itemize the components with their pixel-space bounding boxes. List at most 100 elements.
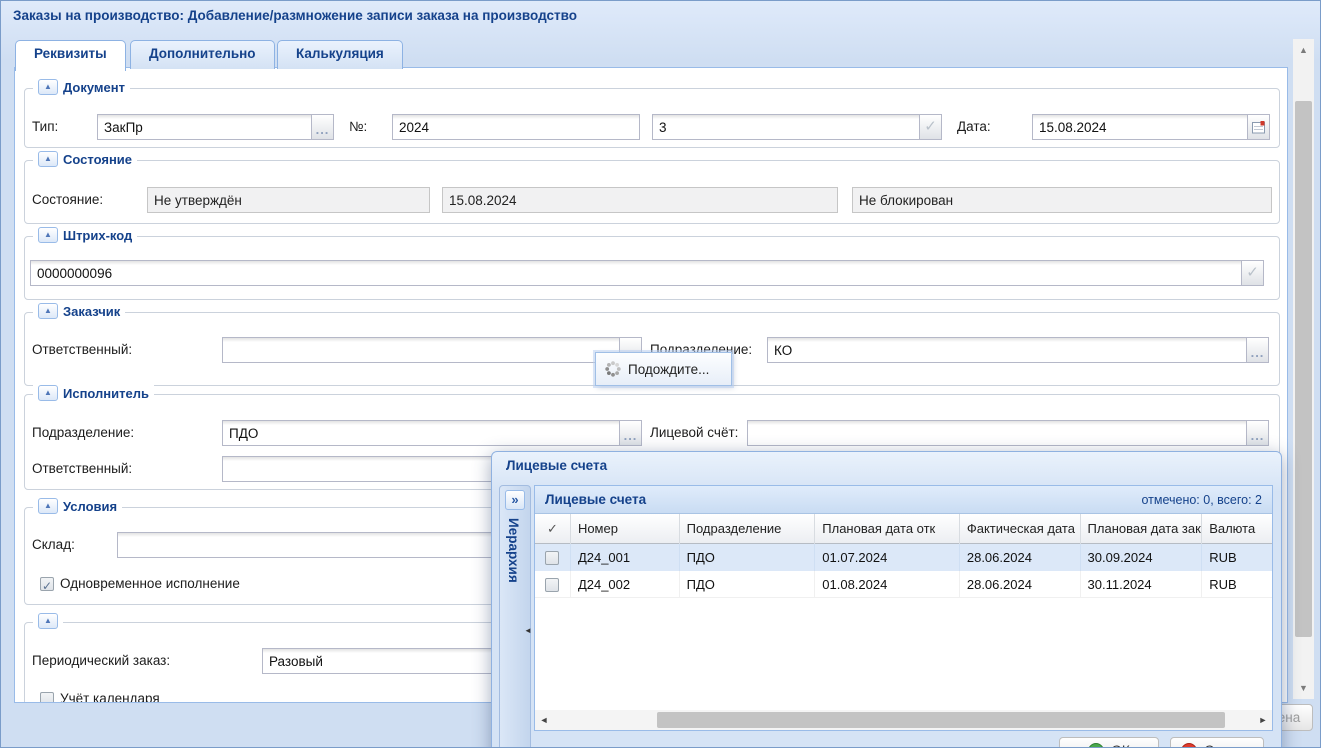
fieldset-status-legend: Состояние: [63, 152, 132, 167]
simultaneous-checkbox[interactable]: ✓: [40, 577, 54, 591]
customer-division-input[interactable]: [767, 337, 1247, 363]
fieldset-executor-legend: Исполнитель: [63, 386, 149, 401]
cell-currency: RUB: [1202, 571, 1272, 598]
ellipsis-icon: ...: [316, 122, 330, 137]
number-input[interactable]: [392, 114, 640, 140]
table-row[interactable]: Д24_002 ПДО 01.08.2024 28.06.2024 30.11.…: [535, 571, 1272, 598]
number-label: №:: [349, 114, 367, 140]
cell-plan-open: 01.07.2024: [815, 544, 960, 571]
column-number[interactable]: Номер: [571, 514, 680, 544]
scroll-left-icon[interactable]: ◄: [535, 710, 553, 730]
ellipsis-icon: ...: [1251, 428, 1265, 443]
hierarchy-collapsed-panel[interactable]: » Иерархия ◄: [499, 485, 531, 748]
accounts-grid: Лицевые счета отмечено: 0, всего: 2 ✓ Но…: [534, 485, 1273, 731]
scrollbar-thumb[interactable]: [1295, 101, 1312, 637]
checkbox-check-icon: ✓: [42, 579, 52, 593]
dialog-cancel-button[interactable]: Отмена: [1170, 737, 1264, 748]
column-currency[interactable]: Валюта: [1202, 514, 1272, 544]
column-plan-close-date[interactable]: Плановая дата зак: [1081, 514, 1203, 544]
executor-account-label: Лицевой счёт:: [650, 420, 738, 446]
table-row[interactable]: Д24_001 ПДО 01.07.2024 28.06.2024 30.09.…: [535, 544, 1272, 571]
collapse-icon[interactable]: ▲: [38, 613, 58, 629]
executor-responsible-label: Ответственный:: [32, 456, 132, 482]
scroll-right-icon[interactable]: ►: [1254, 710, 1272, 730]
collapse-icon[interactable]: ▲: [38, 79, 58, 95]
cell-number: Д24_002: [571, 571, 680, 598]
customer-responsible-input[interactable]: [222, 337, 620, 363]
scroll-up-icon[interactable]: ▲: [1293, 39, 1314, 61]
warehouse-label: Склад:: [32, 532, 75, 558]
collapse-icon[interactable]: ▲: [38, 303, 58, 319]
barcode-input[interactable]: [30, 260, 1242, 286]
cell-currency: RUB: [1202, 544, 1272, 571]
collapse-icon[interactable]: ▲: [38, 227, 58, 243]
cell-plan-open: 01.08.2024: [815, 571, 960, 598]
cell-division: ПДО: [680, 544, 816, 571]
accounts-grid-counter: отмечено: 0, всего: 2: [1141, 493, 1262, 507]
accounts-grid-header: Лицевые счета отмечено: 0, всего: 2: [535, 486, 1272, 514]
executor-division-input[interactable]: [222, 420, 620, 446]
cancel-icon: [1181, 743, 1197, 748]
calendar-icon: [1252, 121, 1265, 134]
status-lock-field: [852, 187, 1272, 213]
collapse-icon[interactable]: ▲: [38, 498, 58, 514]
calendar-accounting-checkbox[interactable]: [40, 692, 54, 703]
check-column-icon[interactable]: ✓: [535, 514, 571, 544]
simultaneous-checkbox-label: Одновременное исполнение: [60, 576, 240, 592]
cell-number: Д24_001: [571, 544, 680, 571]
fieldset-document-legend: Документ: [63, 80, 125, 95]
accounts-dialog-title: Лицевые счета: [506, 458, 607, 473]
ellipsis-icon: ...: [1251, 345, 1265, 360]
barcode-apply-button[interactable]: ✓: [1242, 260, 1264, 286]
grid-horizontal-scrollbar[interactable]: ◄ ►: [535, 710, 1272, 730]
row-checkbox[interactable]: [545, 551, 559, 565]
customer-responsible-label: Ответственный:: [32, 337, 132, 363]
fieldset-barcode-legend: Штрих-код: [63, 228, 132, 243]
date-input[interactable]: [1032, 114, 1248, 140]
executor-division-lookup-button[interactable]: ...: [620, 420, 642, 446]
type-input[interactable]: [97, 114, 312, 140]
accounts-grid-columns: ✓ Номер Подразделение Плановая дата отк …: [535, 514, 1272, 544]
status-label: Состояние:: [32, 187, 103, 213]
fieldset-customer-legend: Заказчик: [63, 304, 120, 319]
dialog-ok-button[interactable]: ОК: [1059, 737, 1159, 748]
expand-panel-icon[interactable]: »: [505, 490, 525, 510]
scroll-down-icon[interactable]: ▼: [1293, 677, 1314, 699]
application-window: Заказы на производство: Добавление/размн…: [0, 0, 1321, 748]
fieldset-conditions-legend: Условия: [63, 499, 117, 514]
cell-fact-date: 28.06.2024: [960, 571, 1081, 598]
customer-division-lookup-button[interactable]: ...: [1247, 337, 1269, 363]
check-icon: ✓: [924, 118, 937, 135]
executor-account-input[interactable]: [747, 420, 1247, 446]
date-picker-button[interactable]: [1248, 114, 1270, 140]
collapse-icon[interactable]: ▲: [38, 385, 58, 401]
wait-popup-text: Подождите...: [628, 362, 709, 377]
tab-kalkulyaciya[interactable]: Калькуляция: [277, 40, 403, 69]
tab-rekvizity[interactable]: Реквизиты: [15, 40, 126, 71]
collapse-icon[interactable]: ▲: [38, 151, 58, 167]
dialog-ok-label: ОК: [1111, 743, 1129, 748]
row-checkbox[interactable]: [545, 578, 559, 592]
column-plan-open-date[interactable]: Плановая дата отк: [815, 514, 960, 544]
executor-account-lookup-button[interactable]: ...: [1247, 420, 1269, 446]
ok-icon: [1088, 743, 1104, 748]
mini-collapse-icon[interactable]: ◄: [524, 626, 532, 635]
calendar-accounting-label: Учёт календаря: [60, 691, 160, 703]
type-label: Тип:: [32, 114, 58, 140]
number-suffix-input[interactable]: [652, 114, 920, 140]
ellipsis-icon: ...: [624, 428, 638, 443]
accounts-dialog: Лицевые счета » Иерархия ◄ Лицевые счета…: [491, 451, 1282, 748]
status-date-field: [442, 187, 838, 213]
check-icon: ✓: [1246, 264, 1259, 281]
scrollbar-thumb[interactable]: [657, 712, 1225, 728]
type-lookup-button[interactable]: ...: [312, 114, 334, 140]
number-apply-button[interactable]: ✓: [920, 114, 942, 140]
main-vertical-scrollbar[interactable]: ▲ ▼: [1293, 39, 1314, 699]
cell-division: ПДО: [680, 571, 816, 598]
column-division[interactable]: Подразделение: [680, 514, 816, 544]
accounts-grid-title: Лицевые счета: [545, 492, 646, 507]
column-fact-date[interactable]: Фактическая дата: [960, 514, 1081, 544]
window-title: Заказы на производство: Добавление/размн…: [13, 8, 577, 23]
wait-popup: Подождите...: [595, 352, 732, 386]
tab-dopolnitelno[interactable]: Дополнительно: [130, 40, 275, 69]
